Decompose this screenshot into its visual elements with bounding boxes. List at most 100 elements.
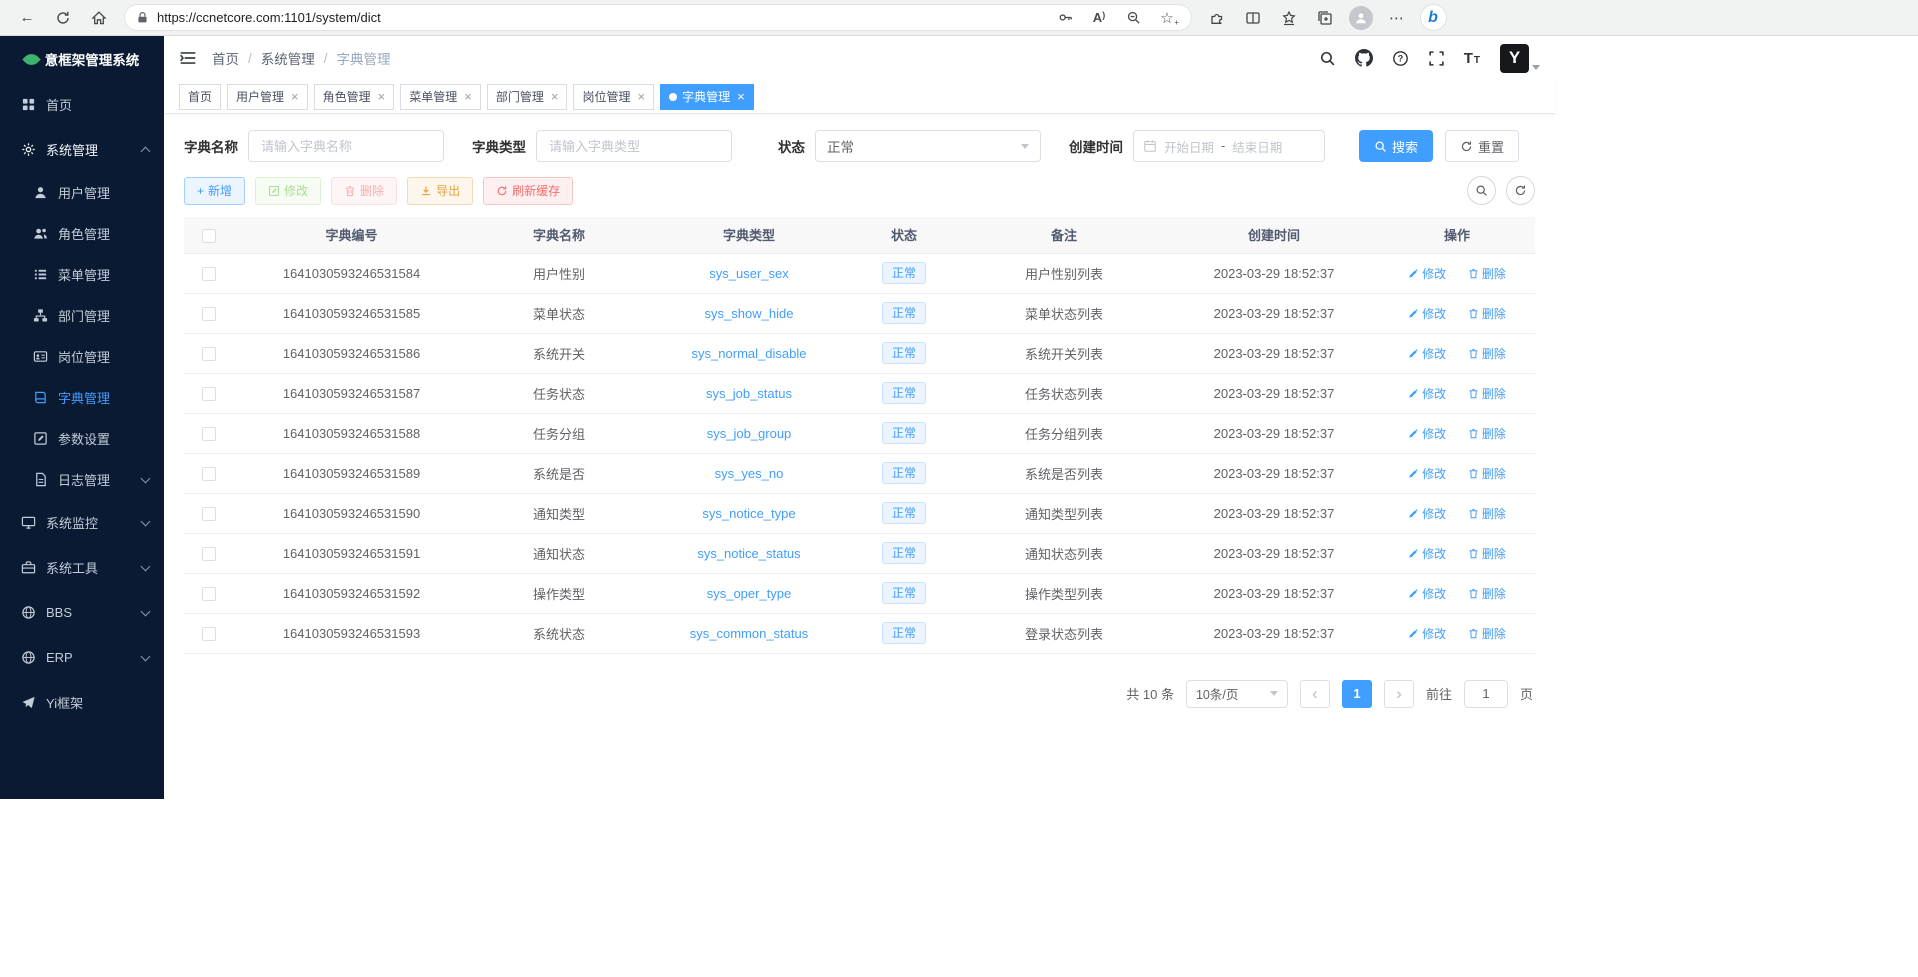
close-icon[interactable]: × — [464, 90, 472, 103]
github-icon[interactable] — [1355, 49, 1373, 67]
font-size-icon[interactable]: TT — [1464, 50, 1481, 67]
row-edit-button[interactable]: 修改 — [1408, 465, 1446, 482]
tab-posts[interactable]: 岗位管理× — [573, 84, 654, 110]
export-button[interactable]: 导出 — [407, 177, 473, 205]
tab-home[interactable]: 首页 — [179, 84, 221, 110]
add-favorite-icon[interactable]: ☆+ — [1154, 9, 1180, 27]
row-edit-button[interactable]: 修改 — [1408, 505, 1446, 522]
sidebar-item-system[interactable]: 系统管理 — [0, 127, 164, 172]
dict-type-link[interactable]: sys_yes_no — [715, 466, 784, 481]
zoom-icon[interactable] — [1120, 10, 1146, 25]
row-edit-button[interactable]: 修改 — [1408, 345, 1446, 362]
sidebar-item-roles[interactable]: 角色管理 — [0, 213, 164, 254]
search-icon[interactable] — [1319, 50, 1336, 67]
tab-dict[interactable]: 字典管理× — [660, 84, 754, 110]
user-avatar[interactable]: Y — [1500, 44, 1540, 73]
profile-avatar[interactable] — [1344, 3, 1378, 32]
sidebar-item-dict[interactable]: 字典管理 — [0, 377, 164, 418]
dict-type-link[interactable]: sys_common_status — [690, 626, 809, 641]
sidebar-item-menus[interactable]: 菜单管理 — [0, 254, 164, 295]
goto-page-input[interactable] — [1464, 680, 1508, 708]
row-delete-button[interactable]: 删除 — [1468, 385, 1506, 402]
add-button[interactable]: +新增 — [184, 177, 245, 205]
row-checkbox[interactable] — [202, 267, 216, 281]
favorites-bar-icon[interactable] — [1272, 3, 1306, 32]
dict-type-link[interactable]: sys_oper_type — [707, 586, 792, 601]
row-edit-button[interactable]: 修改 — [1408, 585, 1446, 602]
split-screen-icon[interactable] — [1236, 3, 1270, 32]
refresh-table-button[interactable] — [1506, 176, 1535, 205]
extensions-icon[interactable] — [1200, 3, 1234, 32]
close-icon[interactable]: × — [637, 90, 645, 103]
tab-menus[interactable]: 菜单管理× — [400, 84, 481, 110]
browser-refresh-button[interactable] — [46, 3, 80, 32]
row-edit-button[interactable]: 修改 — [1408, 625, 1446, 642]
row-edit-button[interactable]: 修改 — [1408, 385, 1446, 402]
edit-button[interactable]: 修改 — [255, 177, 321, 205]
row-edit-button[interactable]: 修改 — [1408, 545, 1446, 562]
row-checkbox[interactable] — [202, 427, 216, 441]
row-delete-button[interactable]: 删除 — [1468, 305, 1506, 322]
dict-type-link[interactable]: sys_notice_type — [702, 506, 795, 521]
browser-home-button[interactable] — [82, 3, 116, 32]
browser-menu-icon[interactable]: ⋯ — [1380, 3, 1414, 32]
row-checkbox[interactable] — [202, 547, 216, 561]
dict-type-input[interactable] — [536, 130, 732, 162]
help-icon[interactable]: ? — [1392, 50, 1409, 67]
fullscreen-icon[interactable] — [1428, 50, 1445, 67]
row-delete-button[interactable]: 删除 — [1468, 265, 1506, 282]
row-checkbox[interactable] — [202, 387, 216, 401]
row-checkbox[interactable] — [202, 347, 216, 361]
sidebar-item-departments[interactable]: 部门管理 — [0, 295, 164, 336]
collections-icon[interactable] — [1308, 3, 1342, 32]
dict-type-link[interactable]: sys_user_sex — [709, 266, 788, 281]
row-checkbox[interactable] — [202, 587, 216, 601]
row-delete-button[interactable]: 删除 — [1468, 465, 1506, 482]
tab-departments[interactable]: 部门管理× — [487, 84, 568, 110]
row-checkbox[interactable] — [202, 467, 216, 481]
dict-type-link[interactable]: sys_show_hide — [705, 306, 794, 321]
sidebar-item-monitor[interactable]: 系统监控 — [0, 500, 164, 545]
dict-type-link[interactable]: sys_job_group — [707, 426, 792, 441]
row-delete-button[interactable]: 删除 — [1468, 625, 1506, 642]
close-icon[interactable]: × — [737, 90, 745, 103]
delete-button[interactable]: 删除 — [331, 177, 397, 205]
sidebar-item-posts[interactable]: 岗位管理 — [0, 336, 164, 377]
sidebar-item-erp[interactable]: ERP — [0, 635, 164, 680]
sidebar-item-home[interactable]: 首页 — [0, 82, 164, 127]
row-checkbox[interactable] — [202, 507, 216, 521]
address-bar[interactable]: https://ccnetcore.com:1101/system/dict A… — [124, 4, 1192, 31]
browser-back-button[interactable]: ← — [10, 3, 44, 32]
password-key-icon[interactable] — [1052, 10, 1078, 25]
row-checkbox[interactable] — [202, 307, 216, 321]
dict-type-link[interactable]: sys_notice_status — [697, 546, 800, 561]
read-aloud-icon[interactable]: A) — [1086, 10, 1112, 25]
bing-icon[interactable]: b — [1416, 3, 1450, 32]
row-delete-button[interactable]: 删除 — [1468, 505, 1506, 522]
row-edit-button[interactable]: 修改 — [1408, 265, 1446, 282]
dict-type-link[interactable]: sys_job_status — [706, 386, 792, 401]
page-1-button[interactable]: 1 — [1342, 680, 1372, 708]
close-icon[interactable]: × — [378, 90, 386, 103]
select-all-checkbox[interactable] — [202, 229, 216, 243]
sidebar-item-bbs[interactable]: BBS — [0, 590, 164, 635]
tab-roles[interactable]: 角色管理× — [314, 84, 395, 110]
show-search-toggle-button[interactable] — [1467, 176, 1496, 205]
close-icon[interactable]: × — [291, 90, 299, 103]
reset-button[interactable]: 重置 — [1445, 130, 1519, 162]
date-range-picker[interactable]: 开始日期 - 结束日期 — [1133, 130, 1325, 162]
app-logo[interactable]: 意框架管理系统 — [0, 36, 164, 82]
sidebar-item-users[interactable]: 用户管理 — [0, 172, 164, 213]
hamburger-icon[interactable] — [179, 49, 197, 67]
sidebar-item-params[interactable]: 参数设置 — [0, 418, 164, 459]
sidebar-item-yi-framework[interactable]: Yi框架 — [0, 680, 164, 725]
tab-users[interactable]: 用户管理× — [227, 84, 308, 110]
row-delete-button[interactable]: 删除 — [1468, 345, 1506, 362]
row-delete-button[interactable]: 删除 — [1468, 425, 1506, 442]
row-delete-button[interactable]: 删除 — [1468, 585, 1506, 602]
search-button[interactable]: 搜索 — [1359, 130, 1433, 162]
close-icon[interactable]: × — [551, 90, 559, 103]
prev-page-button[interactable]: ‹ — [1300, 680, 1330, 708]
breadcrumb-system[interactable]: 系统管理 — [261, 48, 315, 68]
breadcrumb-home[interactable]: 首页 — [212, 48, 239, 68]
